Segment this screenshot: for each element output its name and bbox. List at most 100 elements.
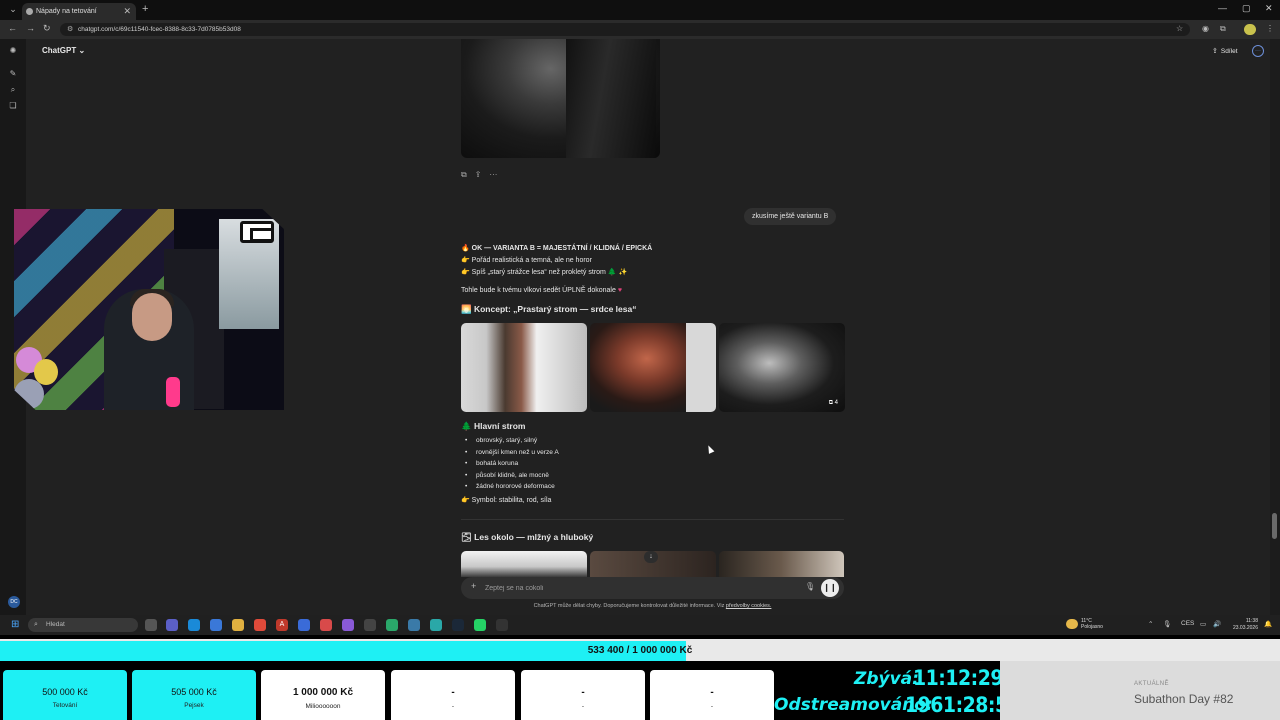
goal-card: - -	[391, 670, 515, 720]
list-item: bohatá koruna	[465, 458, 776, 470]
maximize-icon[interactable]: ▢	[1242, 3, 1251, 14]
user-message: zkusíme ještě variantu B	[744, 208, 837, 225]
file-explorer-icon[interactable]	[232, 619, 244, 631]
chrome-icon[interactable]	[254, 619, 266, 631]
list-item: působí klidně, ale mocně	[465, 470, 776, 482]
browser-toolbar: ← → ↻ ⚙ chatgpt.com/c/69c11540-fcec-8388…	[0, 20, 1280, 39]
browser-menu-icon[interactable]: ⋮	[1266, 24, 1274, 33]
tab-menu-icon[interactable]: ⌄	[6, 4, 20, 16]
sparkles-icon: ✨	[618, 269, 628, 276]
language-indicator[interactable]: CES	[1181, 620, 1194, 627]
concept-image-1[interactable]	[461, 323, 587, 412]
concept-image-3[interactable]: ⧉ 4	[719, 323, 845, 412]
goal-amount: 500 000 Kč	[42, 687, 88, 697]
forest-image-3[interactable]	[719, 551, 844, 577]
tray-mic-icon[interactable]: 🎙	[1163, 620, 1171, 628]
browser-tab[interactable]: Nápady na tetování ✕	[22, 3, 136, 20]
mail-icon[interactable]	[210, 619, 222, 631]
reload-icon[interactable]: ↻	[43, 23, 51, 34]
microphone-icon[interactable]: 🎙	[805, 582, 815, 591]
app-icon[interactable]	[320, 619, 332, 631]
picture-emoji-icon: 🌅	[461, 304, 472, 314]
main-tree-heading: 🌲 Hlavní strom	[461, 421, 526, 431]
share-button[interactable]: ⇪ Sdílet	[1212, 47, 1238, 55]
openai-logo-icon[interactable]: ✺	[8, 46, 18, 56]
composer: + 🎙 ❙❙	[461, 577, 844, 599]
share-message-icon[interactable]: ⇪	[475, 170, 482, 179]
scrollbar-thumb[interactable]	[1272, 513, 1277, 539]
tab-title: Nápady na tetování	[36, 8, 97, 15]
goal-label: Milioooooon	[305, 703, 341, 710]
day-main-label: Subathon Day #82	[1134, 692, 1234, 706]
taskbar-clock[interactable]: 11:38 23.03.2026	[1228, 618, 1258, 631]
image-count-badge: ⧉ 4	[828, 400, 838, 406]
forest-image-1[interactable]	[461, 551, 587, 577]
list-item: rovnější kmen než u verze A	[465, 447, 776, 459]
share-label: Sdílet	[1220, 48, 1238, 55]
reply-line-4: Tohle bude k tvému vlkovi sedět ÚPLNĚ do…	[461, 287, 622, 294]
webcam-overlay	[14, 209, 284, 410]
steam-icon[interactable]	[452, 619, 464, 631]
goal-label: -	[710, 703, 714, 710]
tab-favicon-icon	[26, 8, 33, 15]
search-icon[interactable]: ⌕	[8, 85, 18, 95]
concept-heading: 🌅 Koncept: „Prastarý strom — srdce lesa“	[461, 304, 637, 314]
back-icon[interactable]: ←	[8, 23, 17, 33]
reply-line-2: 👉 Pořád realistická a temná, ale ne horo…	[461, 257, 592, 264]
model-selector[interactable]: ChatGPT ⌄	[42, 46, 85, 55]
notifications-icon[interactable]: 🔔	[1264, 620, 1272, 628]
scroll-down-icon[interactable]: ↓	[644, 551, 658, 563]
app-icon[interactable]	[386, 619, 398, 631]
windows-taskbar: ⊞ ⌕Hledat A 11°C Polojasno ⌃ 🎙 CES ▭ 🔊	[0, 615, 1280, 635]
settings-icon[interactable]	[408, 619, 420, 631]
edge-icon[interactable]	[188, 619, 200, 631]
main-tree-bullets: obrovský, starý, silný rovnější kmen než…	[465, 435, 776, 493]
forward-icon[interactable]: →	[26, 23, 35, 33]
goal-amount: -	[451, 687, 455, 698]
address-bar[interactable]: ⚙ chatgpt.com/c/69c11540-fcec-8388-8c33-…	[60, 23, 1190, 36]
cookie-preferences-link[interactable]: předvolby cookies.	[726, 603, 772, 609]
teams-icon[interactable]	[166, 619, 178, 631]
tray-chevron-icon[interactable]: ⌃	[1148, 620, 1153, 628]
app-icon[interactable]	[364, 619, 376, 631]
options-icon[interactable]: ···	[1252, 45, 1264, 57]
shield-icon[interactable]	[298, 619, 310, 631]
previous-generated-image[interactable]	[461, 39, 660, 158]
app-icon[interactable]	[430, 619, 442, 631]
windows-start-icon[interactable]: ⊞	[11, 620, 21, 630]
voice-mode-icon[interactable]: ❙❙	[821, 579, 839, 597]
pointing-hand-icon: 👉	[461, 269, 470, 276]
goal-amount: -	[710, 687, 714, 698]
site-info-icon[interactable]: ⚙	[67, 23, 73, 36]
acrobat-icon[interactable]: A	[276, 619, 288, 631]
library-icon[interactable]: ❏	[8, 101, 18, 111]
app-icon[interactable]	[496, 619, 508, 631]
new-tab-icon[interactable]: +	[142, 3, 148, 15]
user-avatar[interactable]: DC	[8, 596, 20, 608]
bookmark-star-icon[interactable]: ☆	[1176, 24, 1183, 33]
volume-icon[interactable]: 🔊	[1213, 620, 1221, 628]
discord-icon[interactable]	[342, 619, 354, 631]
goal-card: 1 000 000 Kč Milioooooon	[261, 670, 385, 720]
network-icon[interactable]: ▭	[1200, 620, 1206, 628]
prompt-input[interactable]	[485, 581, 785, 595]
window-close-icon[interactable]: ✕	[1265, 3, 1273, 14]
extensions-puzzle-icon[interactable]: ⧉	[1220, 24, 1226, 34]
concept-image-gallery: ⧉ 4	[461, 323, 845, 412]
goal-amount: 505 000 Kč	[171, 687, 217, 697]
extension-icon[interactable]: ◉	[1202, 24, 1209, 33]
more-icon[interactable]: ···	[489, 170, 497, 179]
whatsapp-icon[interactable]	[474, 619, 486, 631]
attach-plus-icon[interactable]: +	[471, 581, 476, 591]
tab-close-icon[interactable]: ✕	[123, 3, 131, 20]
copy-icon[interactable]: ⧉	[461, 170, 467, 179]
model-name: ChatGPT	[42, 46, 77, 55]
new-chat-icon[interactable]: ✎	[8, 69, 18, 79]
taskbar-search[interactable]: ⌕ Hledat	[28, 618, 138, 632]
task-view-icon[interactable]	[145, 619, 157, 631]
profile-avatar-icon[interactable]	[1244, 24, 1256, 35]
concept-image-2[interactable]	[590, 323, 716, 412]
chevron-down-icon: ⌄	[78, 46, 86, 55]
minimize-icon[interactable]: —	[1218, 3, 1227, 13]
screen: ⌄ Nápady na tetování ✕ + — ▢ ✕ ← → ↻ ⚙ c…	[0, 0, 1280, 720]
